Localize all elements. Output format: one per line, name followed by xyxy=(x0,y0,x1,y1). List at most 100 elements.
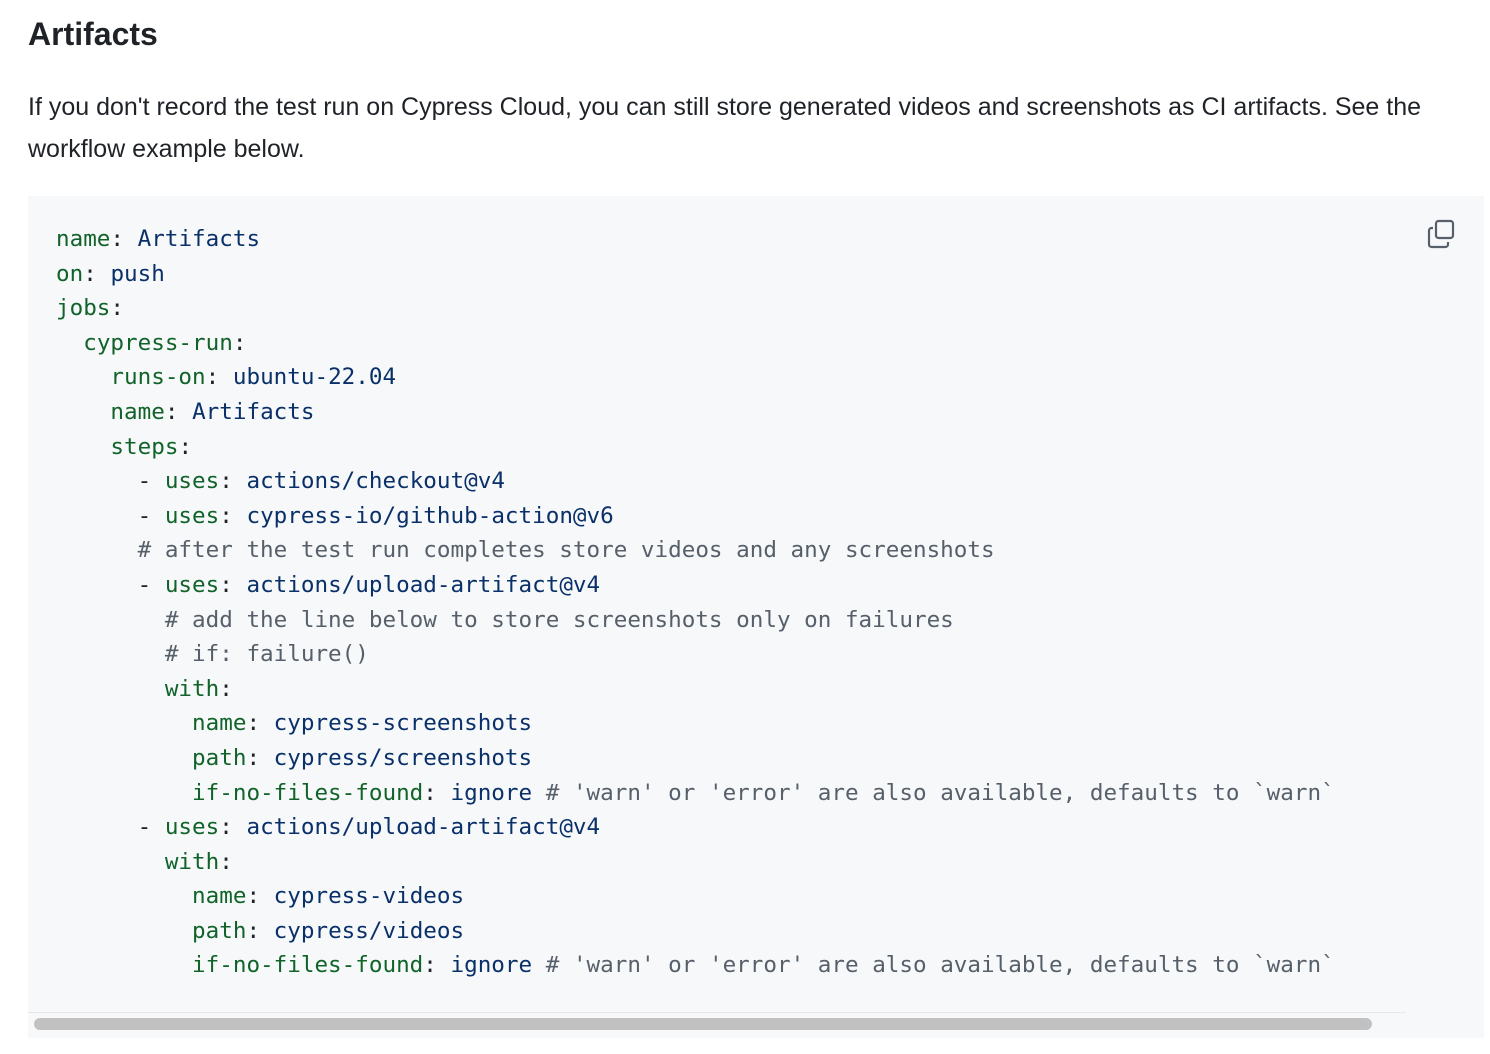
code-line: steps: xyxy=(56,430,1335,465)
code-line: if-no-files-found: ignore # 'warn' or 'e… xyxy=(56,948,1335,983)
horizontal-scrollbar[interactable] xyxy=(28,1012,1406,1035)
code-punct xyxy=(56,745,192,771)
code-value: cypress/videos xyxy=(273,917,465,944)
code-content: name: Artifacts on: push jobs: cypress-run… xyxy=(56,222,1335,983)
code-value: ubuntu-22.04 xyxy=(232,364,397,391)
code-key: if-no-files-found xyxy=(192,779,424,806)
code-value: Artifacts xyxy=(192,398,315,425)
code-punct: : xyxy=(246,744,274,771)
code-punct xyxy=(56,883,192,909)
code-comment: # add the line below to store screenshot… xyxy=(164,606,954,633)
code-value: cypress-screenshots xyxy=(273,710,533,737)
code-line: # after the test run completes store vid… xyxy=(56,533,1335,568)
code-line: - uses: cypress-io/github-action@v6 xyxy=(56,499,1335,534)
code-punct: : xyxy=(219,675,233,702)
code-line: - uses: actions/upload-artifact@v4 xyxy=(56,568,1335,603)
code-line: path: cypress/screenshots xyxy=(56,741,1335,776)
code-key: with xyxy=(164,675,220,702)
code-punct xyxy=(56,537,138,563)
code-punct: - xyxy=(56,571,165,598)
code-value: Artifacts xyxy=(137,226,261,252)
code-comment: # after the test run completes store vid… xyxy=(137,537,995,564)
code-line: runs-on: ubuntu-22.04 xyxy=(56,360,1335,395)
code-key: uses xyxy=(164,502,220,529)
code-key: with xyxy=(164,848,220,875)
code-line: - uses: actions/upload-artifact@v4 xyxy=(56,810,1335,845)
code-line: name: Artifacts xyxy=(56,222,1335,257)
code-comment: # if: failure() xyxy=(164,641,369,668)
code-punct: : xyxy=(423,952,451,979)
code-scroll-area[interactable]: name: Artifacts on: push jobs: cypress-run… xyxy=(28,196,1406,1012)
code-key: name xyxy=(192,710,247,737)
code-punct: : xyxy=(246,917,274,944)
code-punct: : xyxy=(110,226,138,252)
code-key: name xyxy=(56,226,111,252)
code-key: path xyxy=(192,744,247,771)
code-line: cypress-run: xyxy=(56,326,1335,361)
code-key: path xyxy=(192,917,247,944)
code-punct: : xyxy=(219,571,247,598)
code-punct xyxy=(56,780,192,806)
code-comment: # 'warn' or 'error' are also available, … xyxy=(545,779,1335,806)
code-key: uses xyxy=(164,571,220,598)
code-punct xyxy=(56,364,110,390)
code-block: name: Artifacts on: push jobs: cypress-run… xyxy=(28,196,1484,1038)
code-line: # add the line below to store screenshot… xyxy=(56,603,1335,638)
code-value: actions/upload-artifact@v4 xyxy=(246,571,601,598)
code-punct xyxy=(56,918,192,944)
code-punct xyxy=(56,710,192,736)
code-value: actions/upload-artifact@v4 xyxy=(246,814,601,841)
code-punct xyxy=(56,399,110,425)
code-punct: - xyxy=(56,814,165,841)
code-value: cypress-videos xyxy=(273,883,465,910)
code-value: ignore xyxy=(450,952,533,979)
code-key: runs-on xyxy=(110,364,206,391)
code-key: if-no-files-found xyxy=(192,952,424,979)
code-punct: : xyxy=(219,848,233,875)
code-line: jobs: xyxy=(56,291,1335,326)
code-punct: : xyxy=(219,468,247,495)
section-heading: Artifacts xyxy=(28,16,158,52)
code-punct: : xyxy=(110,295,125,322)
code-line: if-no-files-found: ignore # 'warn' or 'e… xyxy=(56,776,1335,811)
code-punct xyxy=(56,434,110,460)
code-line: - uses: actions/checkout@v4 xyxy=(56,464,1335,499)
code-key: cypress-run xyxy=(83,329,233,356)
code-punct xyxy=(56,641,165,667)
code-line: name: cypress-videos xyxy=(56,879,1335,914)
code-value: cypress-io/github-action@v6 xyxy=(246,502,614,529)
code-punct xyxy=(56,952,192,978)
code-line: name: Artifacts xyxy=(56,395,1335,430)
code-punct: : xyxy=(232,329,247,356)
code-punct: : xyxy=(246,883,274,910)
code-line: name: cypress-screenshots xyxy=(56,706,1335,741)
copy-button[interactable] xyxy=(1426,218,1458,250)
code-key: name xyxy=(192,883,247,910)
code-punct xyxy=(532,780,546,806)
code-key: steps xyxy=(110,433,179,460)
code-key: on xyxy=(56,260,84,287)
code-punct: - xyxy=(56,468,165,495)
code-punct: : xyxy=(205,364,233,391)
code-line: path: cypress/videos xyxy=(56,914,1335,949)
copy-icon xyxy=(1427,219,1455,249)
code-punct: : xyxy=(83,260,111,287)
code-punct: : xyxy=(246,710,274,737)
code-punct: : xyxy=(178,433,193,460)
scrollbar-thumb[interactable] xyxy=(34,1018,1372,1030)
code-value: push xyxy=(110,260,165,287)
code-punct: : xyxy=(219,502,247,529)
code-key: uses xyxy=(164,468,220,495)
code-punct: : xyxy=(219,814,247,841)
code-line: # if: failure() xyxy=(56,637,1335,672)
code-value: ignore xyxy=(450,779,533,806)
code-punct xyxy=(532,952,546,978)
code-punct xyxy=(56,849,165,875)
code-key: uses xyxy=(164,814,220,841)
code-punct xyxy=(56,330,83,356)
section-description: If you don't record the test run on Cypr… xyxy=(28,93,1422,163)
code-key: name xyxy=(110,398,165,425)
code-key: jobs xyxy=(56,295,111,322)
code-value: cypress/screenshots xyxy=(273,744,533,771)
code-comment: # 'warn' or 'error' are also available, … xyxy=(545,952,1335,979)
